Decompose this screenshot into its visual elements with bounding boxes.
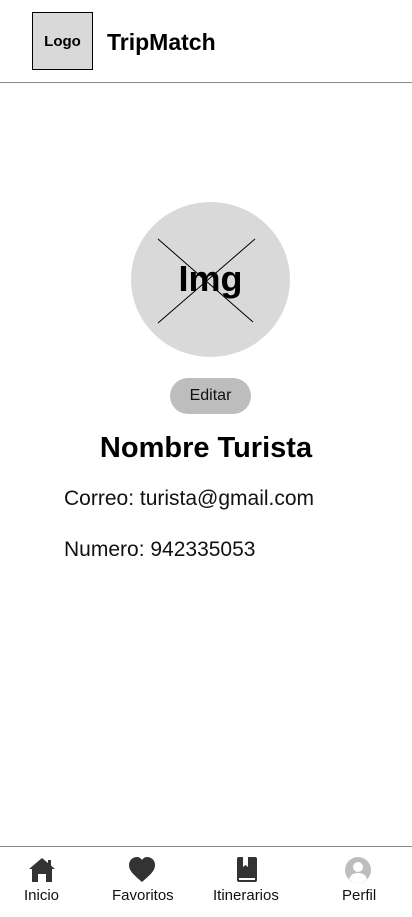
nav-item-itinerarios[interactable]: Itinerarios [205, 847, 295, 917]
app-header: Logo TripMatch [0, 0, 412, 83]
nav-item-inicio[interactable]: Inicio [0, 847, 85, 917]
user-email: Correo: turista@gmail.com [64, 487, 315, 510]
edit-profile-button[interactable]: Editar [170, 378, 251, 414]
nav-label-itinerarios: Itinerarios [213, 887, 279, 904]
nav-label-perfil: Perfil [342, 887, 377, 904]
nav-label-favoritos: Favoritos [112, 887, 174, 904]
app-logo: Logo [32, 12, 93, 70]
home-icon [29, 858, 55, 882]
app-title: TripMatch [107, 29, 216, 55]
nav-item-favoritos[interactable]: Favoritos [100, 847, 190, 917]
user-icon [345, 857, 371, 883]
heart-icon [129, 857, 155, 882]
nav-item-perfil[interactable]: Perfil [320, 847, 400, 917]
bottom-navigation: Inicio Favoritos Itinerarios Perfil [0, 846, 412, 917]
user-phone: Numero: 942335053 [64, 538, 256, 561]
user-name: Nombre Turista [99, 432, 313, 464]
profile-screen: Logo TripMatch Img Editar Nombre Turista… [0, 0, 412, 917]
book-icon [237, 857, 257, 882]
profile-avatar: Img [131, 202, 290, 357]
nav-label-inicio: Inicio [24, 887, 60, 904]
avatar-placeholder-text: Img [178, 258, 243, 299]
